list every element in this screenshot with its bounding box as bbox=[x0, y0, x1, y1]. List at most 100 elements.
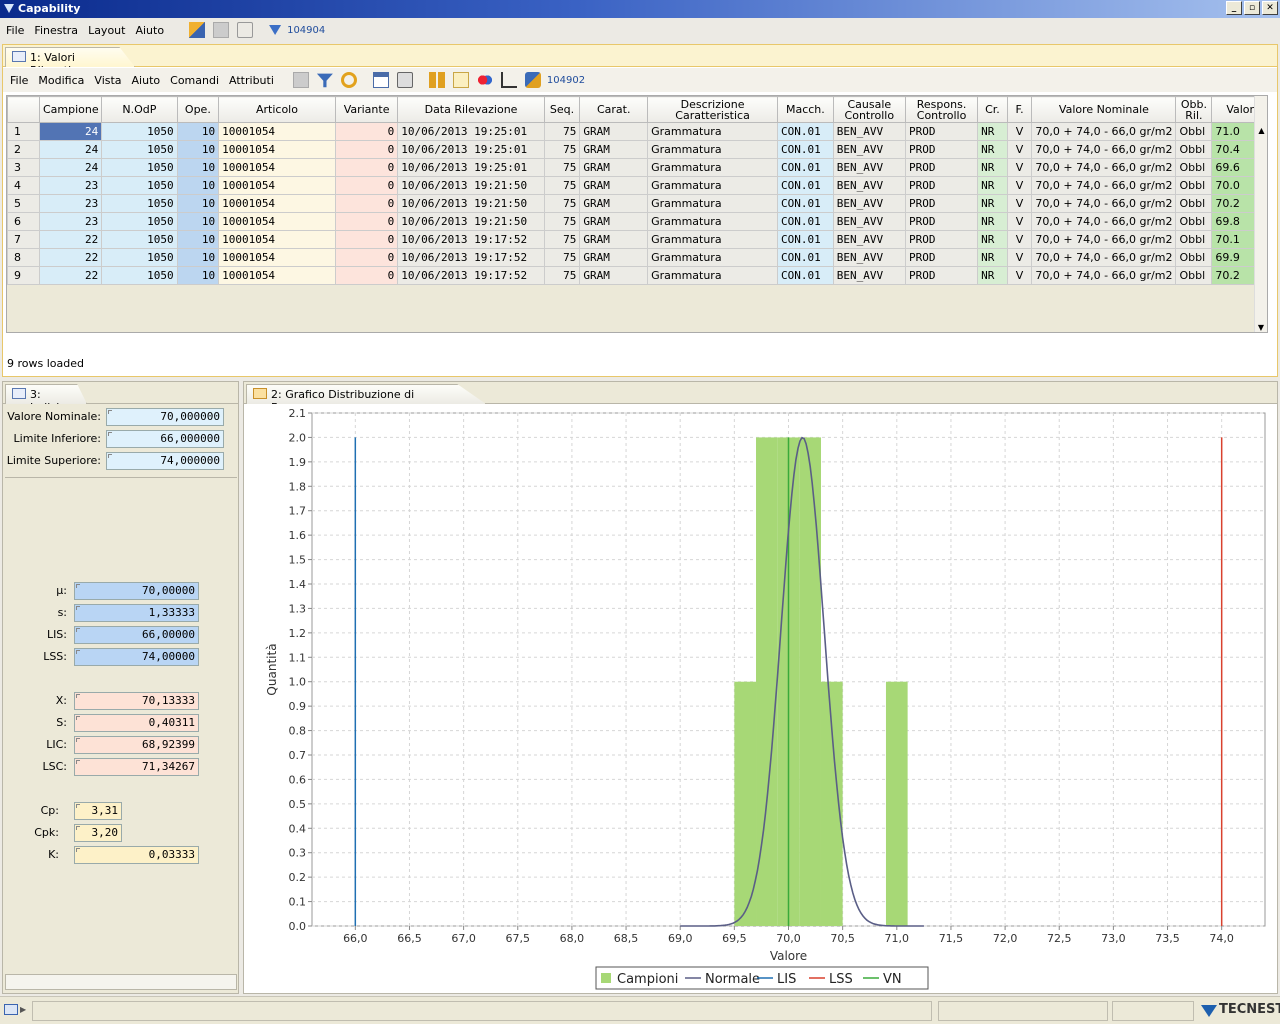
table-cell[interactable]: PROD bbox=[904, 212, 979, 231]
table-cell[interactable]: 75 bbox=[543, 266, 581, 285]
table-cell[interactable]: BEN_AVV bbox=[832, 140, 906, 159]
table-cell[interactable]: 10/06/2013 19:25:01 bbox=[397, 122, 545, 141]
table-row[interactable]: 2 24 1050 10 10001054 0 10/06/2013 19:25:01 75 G… bbox=[7, 140, 1267, 159]
table-cell[interactable]: Grammatura bbox=[647, 122, 779, 141]
table-cell[interactable]: CON.01 bbox=[777, 248, 834, 267]
table-cell[interactable]: Obbl bbox=[1175, 266, 1213, 285]
table-cell[interactable]: 10 bbox=[176, 248, 220, 267]
minimize-button[interactable]: _ bbox=[1226, 1, 1242, 15]
table-cell[interactable]: PROD bbox=[904, 122, 979, 141]
table-cell[interactable]: 22 bbox=[39, 248, 103, 267]
table-cell[interactable]: NR bbox=[977, 266, 1008, 285]
table-cell[interactable]: 70,0 + 74,0 - 66,0 gr/m2 bbox=[1031, 194, 1177, 213]
table-cell[interactable]: 70,0 + 74,0 - 66,0 gr/m2 bbox=[1031, 248, 1177, 267]
table-cell[interactable]: GRAM bbox=[579, 230, 649, 249]
table-cell[interactable]: CON.01 bbox=[777, 158, 834, 177]
table-cell[interactable]: 75 bbox=[543, 140, 581, 159]
col-header[interactable]: Seq. bbox=[543, 96, 581, 123]
p1-menu-vista[interactable]: Vista bbox=[89, 74, 126, 87]
table-cell[interactable]: NR bbox=[977, 122, 1008, 141]
table-cell[interactable]: NR bbox=[977, 194, 1008, 213]
p1-menu-aiuto[interactable]: Aiuto bbox=[127, 74, 166, 87]
table-cell[interactable]: 0 bbox=[334, 266, 399, 285]
table-row[interactable]: 4 23 1050 10 10001054 0 10/06/2013 19:21:50 75 G… bbox=[7, 176, 1267, 195]
table-cell[interactable]: CON.01 bbox=[777, 266, 834, 285]
table-cell[interactable]: 10 bbox=[176, 176, 220, 195]
table-cell[interactable]: PROD bbox=[904, 194, 979, 213]
table-cell[interactable]: 10 bbox=[176, 140, 220, 159]
table-cell[interactable]: Obbl bbox=[1175, 248, 1213, 267]
table-cell[interactable]: NR bbox=[977, 248, 1008, 267]
table-cell[interactable]: NR bbox=[977, 140, 1008, 159]
table-cell[interactable]: 10001054 bbox=[218, 266, 336, 285]
table-cell[interactable]: NR bbox=[977, 230, 1008, 249]
table-cell[interactable]: 22 bbox=[39, 266, 103, 285]
table-cell[interactable]: 24 bbox=[39, 122, 103, 141]
table-cell[interactable]: CON.01 bbox=[777, 122, 834, 141]
table-cell[interactable]: Grammatura bbox=[647, 194, 779, 213]
filter-icon[interactable] bbox=[316, 73, 333, 88]
table-cell[interactable]: V bbox=[1006, 248, 1033, 267]
table-cell[interactable]: 0 bbox=[334, 248, 399, 267]
table-cell[interactable]: 70,0 + 74,0 - 66,0 gr/m2 bbox=[1031, 212, 1177, 231]
table-cell[interactable]: GRAM bbox=[579, 248, 649, 267]
table-cell[interactable]: 1050 bbox=[101, 122, 178, 141]
axis-icon[interactable] bbox=[500, 72, 517, 88]
menu-file[interactable]: File bbox=[1, 24, 29, 37]
row-number[interactable]: 6 bbox=[7, 212, 41, 231]
col-header[interactable]: Cr. bbox=[977, 96, 1008, 123]
tab-indici[interactable]: 3: Indici bbox=[5, 384, 87, 404]
table-cell[interactable]: 24 bbox=[39, 140, 103, 159]
table-cell[interactable]: 1050 bbox=[101, 266, 178, 285]
table-cell[interactable]: PROD bbox=[904, 230, 979, 249]
scroll-down-icon[interactable]: ▼ bbox=[1255, 323, 1267, 332]
table-row[interactable]: 6 23 1050 10 10001054 0 10/06/2013 19:21:50 75 G… bbox=[7, 212, 1267, 231]
table-row[interactable]: 9 22 1050 10 10001054 0 10/06/2013 19:17:52 75 G… bbox=[7, 266, 1267, 285]
table-cell[interactable]: PROD bbox=[904, 248, 979, 267]
row-number[interactable]: 3 bbox=[7, 158, 41, 177]
table-cell[interactable]: Obbl bbox=[1175, 194, 1213, 213]
row-number[interactable]: 7 bbox=[7, 230, 41, 249]
table-cell[interactable]: 10/06/2013 19:25:01 bbox=[397, 140, 545, 159]
row-number[interactable]: 5 bbox=[7, 194, 41, 213]
table-cell[interactable]: BEN_AVV bbox=[832, 266, 906, 285]
table-cell[interactable]: 1050 bbox=[101, 248, 178, 267]
table-cell[interactable]: 75 bbox=[543, 212, 581, 231]
table-cell[interactable]: V bbox=[1006, 122, 1033, 141]
table-cell[interactable]: GRAM bbox=[579, 122, 649, 141]
table-cell[interactable]: 10001054 bbox=[218, 158, 336, 177]
table-cell[interactable]: 1050 bbox=[101, 176, 178, 195]
table-cell[interactable]: Obbl bbox=[1175, 122, 1213, 141]
table-cell[interactable]: GRAM bbox=[579, 176, 649, 195]
table-cell[interactable]: CON.01 bbox=[777, 176, 834, 195]
table-cell[interactable]: 23 bbox=[39, 194, 103, 213]
table-cell[interactable]: 10 bbox=[176, 230, 220, 249]
chart-icon[interactable] bbox=[452, 72, 469, 88]
col-header[interactable]: F. bbox=[1006, 96, 1033, 123]
col-header[interactable]: Respons. Controllo bbox=[904, 96, 979, 123]
table-cell[interactable]: 10001054 bbox=[218, 140, 336, 159]
table-cell[interactable]: GRAM bbox=[579, 212, 649, 231]
table-cell[interactable]: 10001054 bbox=[218, 176, 336, 195]
col-header[interactable]: Obb. Ril. bbox=[1175, 96, 1213, 123]
table-cell[interactable]: NR bbox=[977, 158, 1008, 177]
p1-menu-comandi[interactable]: Comandi bbox=[165, 74, 224, 87]
table-cell[interactable]: PROD bbox=[904, 266, 979, 285]
table-cell[interactable]: BEN_AVV bbox=[832, 212, 906, 231]
col-header[interactable]: Variante bbox=[334, 96, 399, 123]
table-cell[interactable]: BEN_AVV bbox=[832, 122, 906, 141]
table-cell[interactable]: V bbox=[1006, 194, 1033, 213]
table-cell[interactable]: 10001054 bbox=[218, 248, 336, 267]
table-cell[interactable]: V bbox=[1006, 230, 1033, 249]
data-grid[interactable]: Campione N.OdP Ope. Articolo Variante Da… bbox=[6, 95, 1268, 333]
table-cell[interactable]: 75 bbox=[543, 248, 581, 267]
row-number[interactable]: 9 bbox=[7, 266, 41, 285]
table-cell[interactable]: 75 bbox=[543, 230, 581, 249]
col-header[interactable]: Ope. bbox=[176, 96, 220, 123]
row-number[interactable]: 4 bbox=[7, 176, 41, 195]
table-cell[interactable]: 75 bbox=[543, 122, 581, 141]
table-cell[interactable]: PROD bbox=[904, 176, 979, 195]
col-header[interactable]: Macch. bbox=[777, 96, 834, 123]
blank-icon[interactable] bbox=[213, 22, 230, 38]
close-button[interactable]: ✕ bbox=[1262, 1, 1278, 15]
